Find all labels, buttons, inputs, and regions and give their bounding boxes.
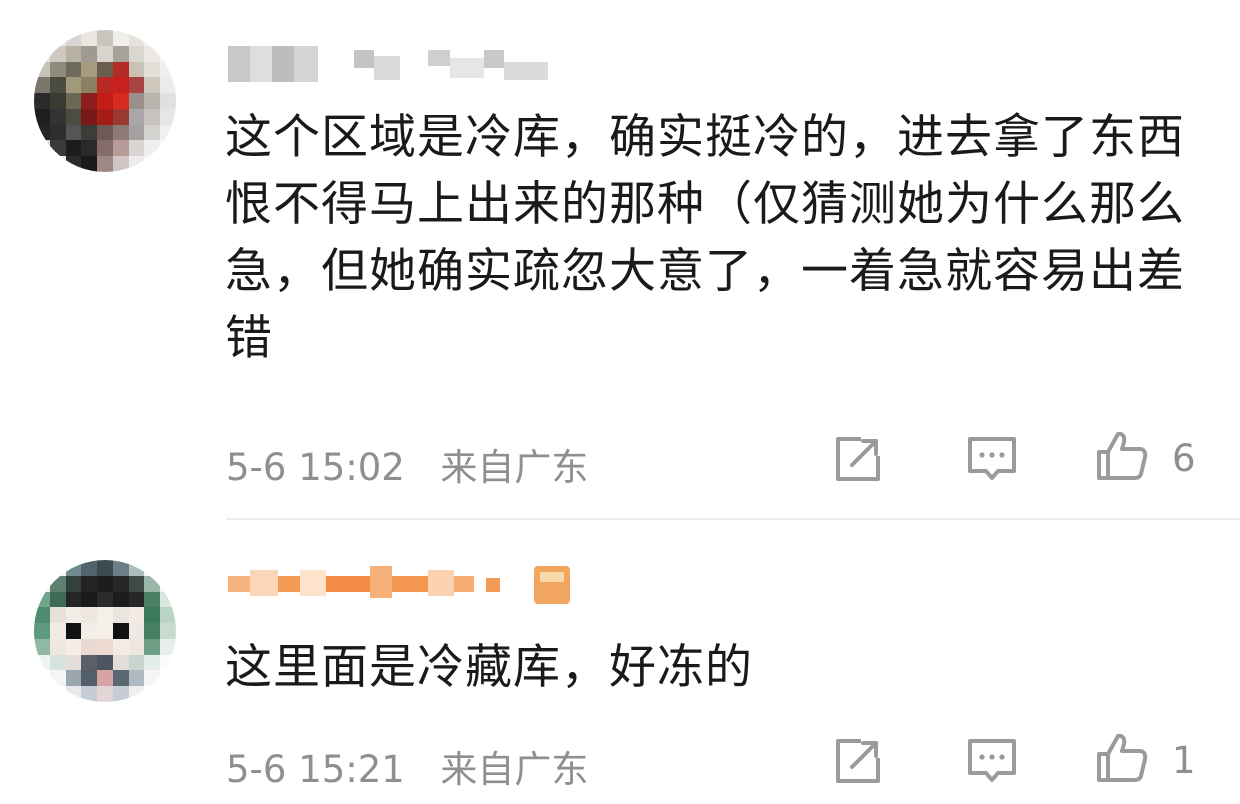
- comment-meta: 5-6 15:02 来自广东: [226, 437, 588, 491]
- thumbs-up-icon[interactable]: [1094, 428, 1150, 484]
- comment-item: 这里面是冷藏库，好冻的 5-6 15:21 来自广东 1: [0, 520, 1240, 804]
- comment-meta: 5-6 15:21 来自广东: [226, 739, 588, 793]
- comment-location: 来自广东: [440, 446, 589, 489]
- username-censored[interactable]: [228, 566, 578, 604]
- comment-text: 这里面是冷藏库，好冻的: [225, 640, 753, 695]
- share-icon[interactable]: [830, 733, 886, 789]
- comment-text: 这个区域是冷库，确实挺冷的，进去拿了东西恨不得马上出来的那种（仅猜测她为什么那么…: [225, 110, 1185, 366]
- comment-location: 来自广东: [440, 748, 589, 791]
- share-icon[interactable]: [830, 431, 886, 487]
- comment-icon[interactable]: [964, 733, 1020, 789]
- avatar[interactable]: [34, 560, 176, 702]
- like-count: 6: [1172, 437, 1196, 480]
- avatar[interactable]: [34, 30, 176, 172]
- comment-item: 这个区域是冷库，确实挺冷的，进去拿了东西恨不得马上出来的那种（仅猜测她为什么那么…: [0, 0, 1240, 518]
- username-censored[interactable]: [228, 46, 558, 82]
- comment-icon[interactable]: [964, 431, 1020, 487]
- like-count: 1: [1172, 739, 1196, 782]
- comment-time: 5-6 15:02: [226, 446, 405, 489]
- comment-time: 5-6 15:21: [226, 748, 405, 791]
- thumbs-up-icon[interactable]: [1094, 730, 1150, 786]
